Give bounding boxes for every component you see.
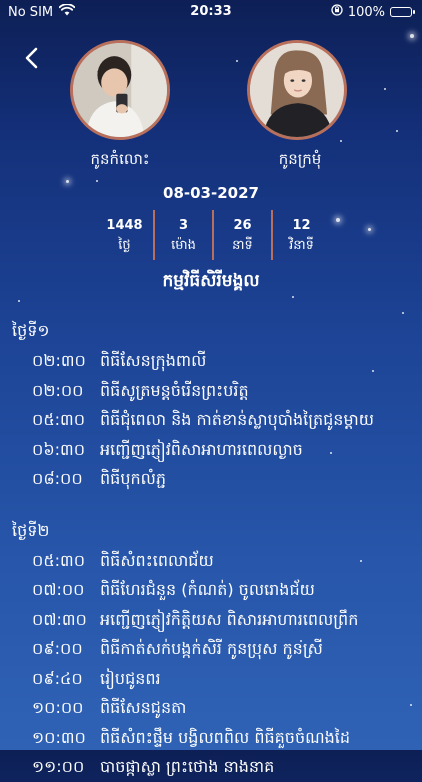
countdown-value: 12 (292, 218, 311, 233)
event-time: ០៩:០០ (32, 639, 83, 658)
event-title: ពិធីសំពះផ្ទឹម បង្វិលពពិល ពិធីគួចចំណងដៃ (100, 727, 351, 747)
day-heading: ថ្ងៃទី១ (12, 321, 50, 340)
event-title: ពិធីសែនជូនតា (100, 698, 187, 717)
chevron-left-icon (25, 47, 38, 69)
small-star (96, 180, 98, 182)
event-title: អញ្ជើញភ្ញៀវកិត្តិយស ពិសារអាហារពេលព្រឹក (100, 609, 359, 629)
countdown-unit: នាទី (232, 238, 253, 253)
countdown-days: 1448 ថ្ងៃ (96, 210, 153, 260)
small-star (402, 312, 404, 314)
countdown: 1448 ថ្ងៃ 3 ម៉ោង 26 នាទី 12 វិនាទី (96, 210, 330, 260)
countdown-unit: ម៉ោង (171, 238, 196, 253)
event-title: អញ្ជើញភ្ញៀវពិសាអាហារពេលល្ងាច (100, 439, 303, 459)
event-title: ពិធីសំពះពេលាជ័យ (100, 550, 214, 570)
schedule-event: ០៩:០០ ពិធីកាត់សក់បង្កក់សិរី កូនប្រុស កូន… (0, 634, 422, 664)
battery-icon (390, 7, 415, 17)
event-time: ០៨:០០ (32, 469, 83, 488)
sparkle-star (410, 34, 414, 38)
event-time: ០៩:៤០ (32, 668, 83, 688)
countdown-value: 26 (233, 218, 252, 233)
bride-name: កូនក្រមុំ (278, 150, 322, 168)
schedule: ថ្ងៃទី១ ០២:៣០ ពិធីសែនក្រុងពាលី ០២:០០ ពិធ… (0, 316, 422, 782)
status-bar: No SIM 20:33 100% (0, 0, 422, 24)
countdown-unit: ថ្ងៃ (118, 238, 131, 253)
event-time: ០៧:៣០ (32, 609, 87, 629)
sparkle-star (336, 218, 340, 222)
schedule-event: ០៥:៣០ ពិធីជុំពេលា និង កាត់ខាន់ស្លាបុបាំង… (0, 405, 422, 435)
event-time: ១១:០០ (32, 757, 85, 776)
countdown-seconds: 12 វិនាទី (271, 210, 330, 260)
wedding-date: 08-03-2027 (163, 184, 259, 202)
event-time: ០៦:៣០ (32, 439, 86, 459)
event-time: ០៥:៣០ (32, 410, 86, 429)
status-right: 100% (331, 4, 415, 20)
schedule-event: ០២:៣០ ពិធីសែនក្រុងពាលី (0, 346, 422, 376)
countdown-value: 1448 (106, 218, 143, 233)
schedule-event: ១១:០០ បាចផ្កាស្លា ព្រះថោង នាងនាគ (0, 752, 422, 782)
event-time: ០៧:០០ (32, 580, 85, 599)
schedule-event: ០៩:៤០ រៀបជូនពរ (0, 664, 422, 694)
event-title: ពិធីកាត់សក់បង្កក់សិរី កូនប្រុស កូនស្រី (100, 639, 323, 658)
small-star (18, 300, 20, 302)
countdown-minutes: 26 នាទី (212, 210, 271, 260)
back-button[interactable] (18, 44, 46, 72)
groom-name: កូនកំលោះ (90, 150, 150, 168)
schedule-event: ០៨:០០ ពិធីបុកលំភ្ជ (0, 464, 422, 494)
schedule-event: ០៥:៣០ ពិធីសំពះពេលាជ័យ (0, 546, 422, 576)
small-star (396, 130, 398, 132)
small-star (292, 296, 294, 298)
small-star (236, 60, 238, 62)
schedule-event: ០៧:៣០ អញ្ជើញភ្ញៀវកិត្តិយស ពិសារអាហារពេលព… (0, 605, 422, 635)
event-title: បាចផ្កាស្លា ព្រះថោង នាងនាគ (100, 757, 275, 776)
bride-avatar (247, 40, 347, 140)
event-time: ០២:៣០ (32, 351, 86, 370)
schedule-event: ១០:០០ ពិធីសែនជូនតា (0, 693, 422, 723)
small-star (340, 140, 342, 142)
event-time: ១០:៣០ (32, 727, 86, 747)
sparkle-star (368, 228, 371, 231)
schedule-event: ១០:៣០ ពិធីសំពះផ្ទឹម បង្វិលពពិល ពិធីគួចចំ… (0, 723, 422, 753)
countdown-value: 3 (178, 218, 189, 233)
event-title: ពិធីហែរជំនួន (កំណត់) ចូលរោងជ័យ (100, 580, 315, 599)
groom-avatar (70, 40, 170, 140)
program-title: កម្មវិធីសិរីមង្គល (162, 271, 260, 291)
event-title: ពិធីសូត្រមន្តចំរើនព្រះបរិត្ត (100, 380, 249, 400)
countdown-unit: វិនាទី (289, 238, 314, 253)
event-time: ០២:០០ (32, 380, 84, 400)
event-title: ពិធីសែនក្រុងពាលី (100, 351, 207, 370)
day-heading: ថ្ងៃទី២ (12, 520, 50, 540)
event-title: រៀបជូនពរ (100, 668, 161, 688)
schedule-event: ០៦:៣០ អញ្ជើញភ្ញៀវពិសាអាហារពេលល្ងាច (0, 435, 422, 465)
sparkle-star (66, 180, 69, 183)
schedule-event: ០៧:០០ ពិធីហែរជំនួន (កំណត់) ចូលរោងជ័យ (0, 575, 422, 605)
schedule-event: ០២:០០ ពិធីសូត្រមន្តចំរើនព្រះបរិត្ត (0, 376, 422, 406)
event-time: ០៥:៣០ (32, 550, 86, 570)
event-title: ពិធីជុំពេលា និង កាត់ខាន់ស្លាបុបាំងត្រៃជូ… (100, 410, 374, 429)
small-star (384, 88, 386, 90)
countdown-hours: 3 ម៉ោង (153, 210, 212, 260)
event-title: ពិធីបុកលំភ្ជ (100, 469, 167, 488)
battery-percent: 100% (347, 4, 385, 20)
lock-rotation-icon (331, 4, 343, 20)
event-time: ១០:០០ (32, 698, 84, 717)
